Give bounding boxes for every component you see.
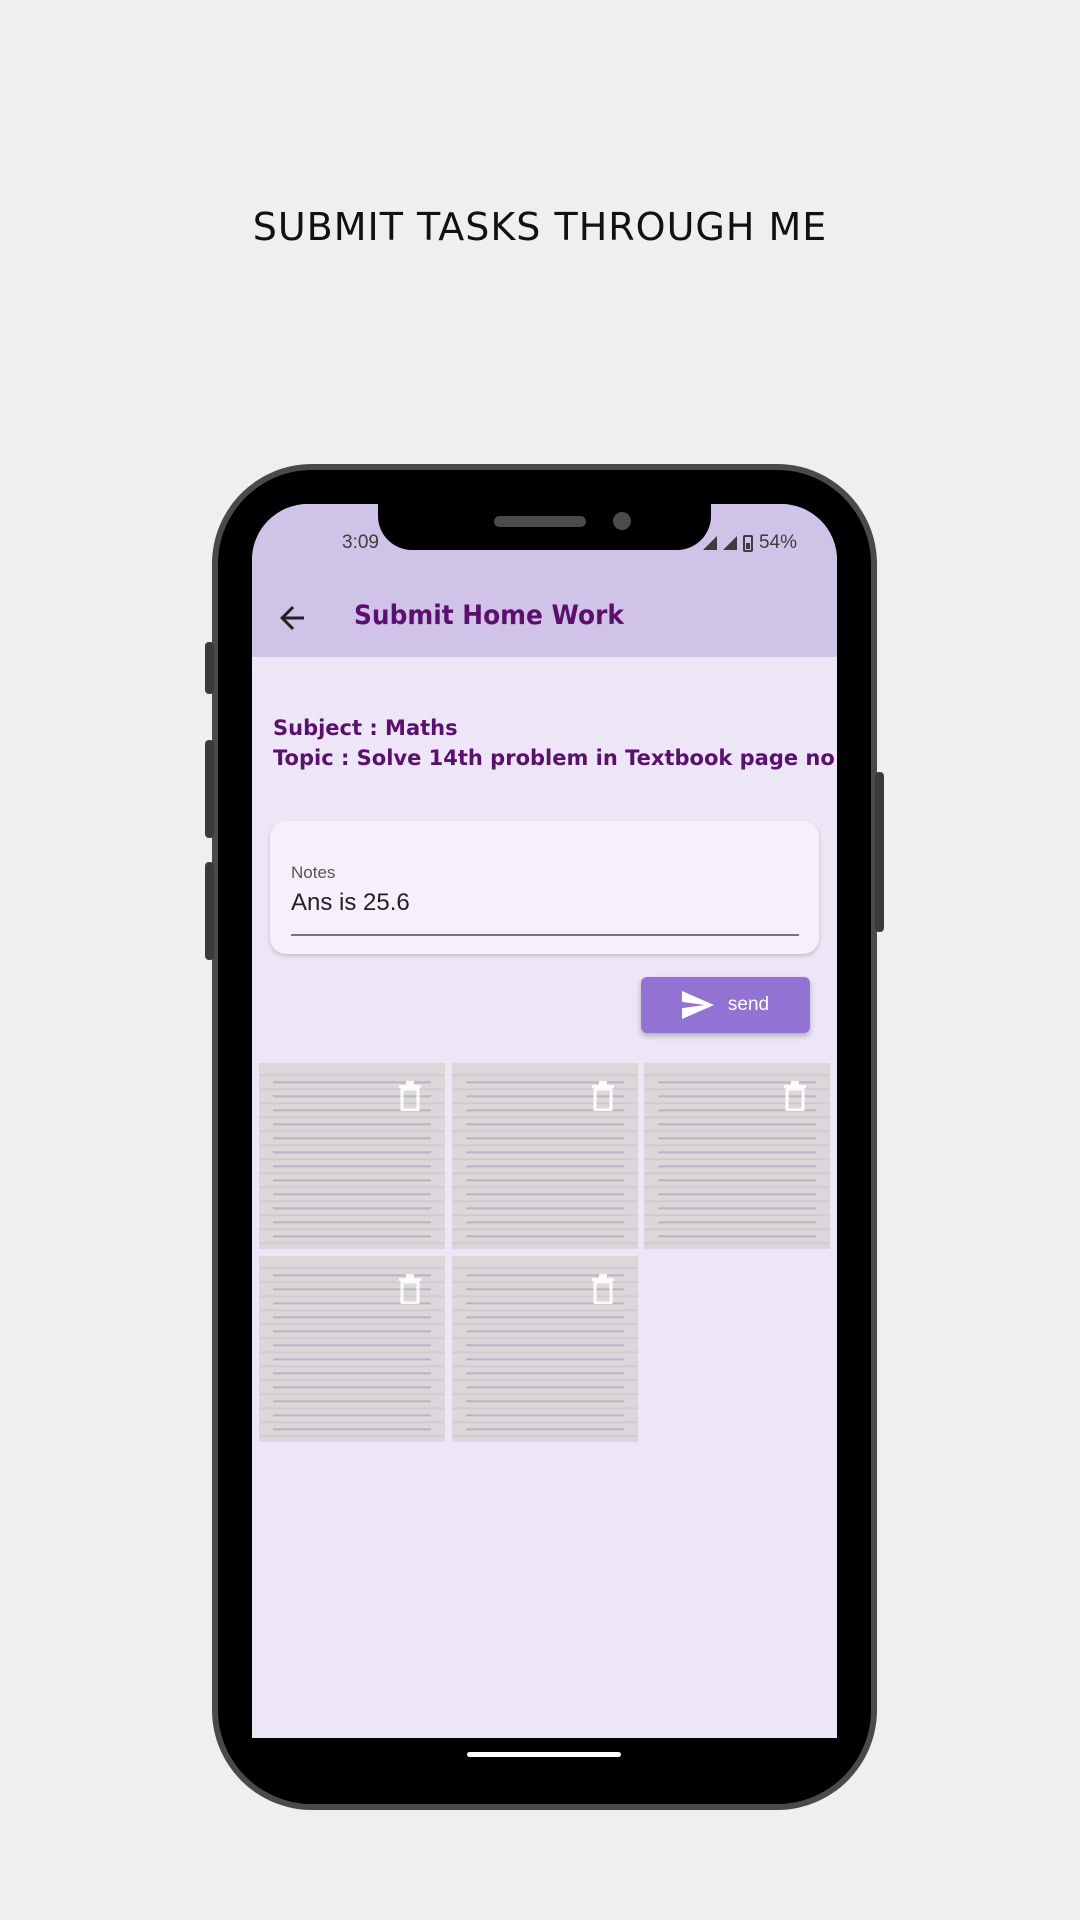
attachment-thumbnail[interactable] bbox=[259, 1063, 445, 1249]
notes-underline bbox=[291, 934, 799, 936]
app-screen: 3:09 54% Submit Home Work Subject : Math… bbox=[252, 504, 837, 1738]
wifi-signal-icon bbox=[702, 536, 717, 550]
arrow-back-icon[interactable] bbox=[274, 600, 310, 636]
phone-notch bbox=[378, 504, 711, 550]
delete-icon[interactable] bbox=[590, 1274, 616, 1304]
notes-field[interactable]: Notes Ans is 25.6 bbox=[270, 821, 819, 954]
cell-signal-icon bbox=[722, 536, 737, 550]
delete-icon[interactable] bbox=[397, 1081, 423, 1111]
delete-icon[interactable] bbox=[590, 1081, 616, 1111]
status-time: 3:09 bbox=[342, 532, 379, 553]
front-camera bbox=[613, 512, 631, 530]
phone-side-button bbox=[205, 862, 214, 960]
send-button[interactable]: send bbox=[641, 977, 810, 1033]
delete-icon[interactable] bbox=[397, 1274, 423, 1304]
send-icon bbox=[681, 991, 714, 1019]
assignment-topic: Topic : Solve 14th problem in Textbook p… bbox=[273, 746, 837, 770]
delete-icon[interactable] bbox=[782, 1081, 808, 1111]
attachment-thumbnail[interactable] bbox=[644, 1063, 830, 1249]
phone-side-button bbox=[205, 740, 214, 838]
page-title: Submit Home Work bbox=[354, 600, 624, 631]
home-indicator[interactable] bbox=[467, 1752, 621, 1757]
battery-icon bbox=[742, 534, 753, 552]
phone-speaker bbox=[494, 516, 586, 527]
attachment-thumbnail[interactable] bbox=[452, 1063, 638, 1249]
notes-input[interactable]: Ans is 25.6 bbox=[291, 889, 410, 917]
assignment-subject: Subject : Maths bbox=[273, 716, 458, 740]
send-button-label: send bbox=[727, 994, 770, 1015]
page-headline: SUBMIT TASKS THROUGH ME bbox=[252, 205, 828, 249]
phone-side-button bbox=[205, 642, 214, 694]
phone-power-button bbox=[875, 772, 884, 932]
attachment-thumbnail[interactable] bbox=[452, 1256, 638, 1442]
status-icons: 54% bbox=[702, 532, 797, 554]
attachment-thumbnail[interactable] bbox=[259, 1256, 445, 1442]
battery-percent: 54% bbox=[758, 532, 797, 553]
notes-label: Notes bbox=[291, 863, 336, 882]
